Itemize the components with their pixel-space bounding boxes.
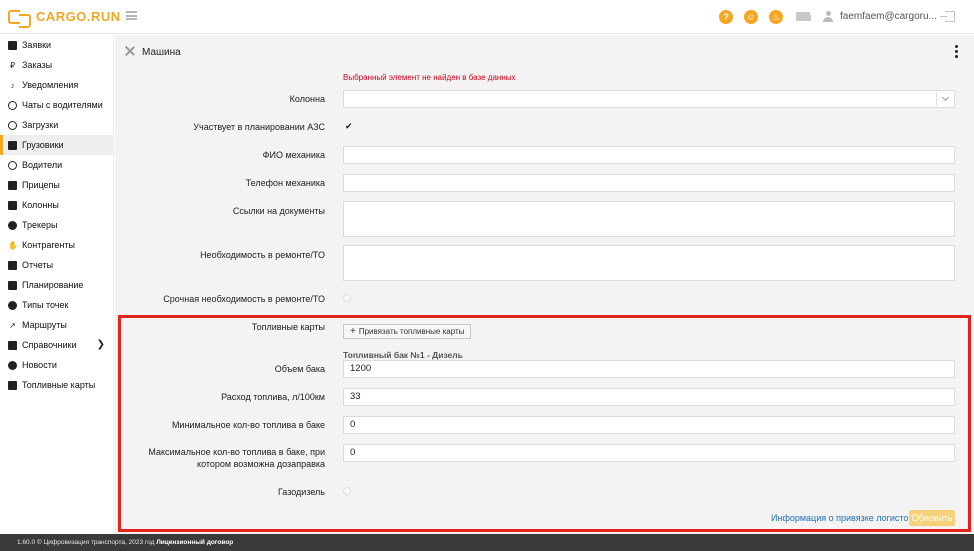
sidebar-item-routes[interactable]: ↗ Маршруты <box>0 315 113 335</box>
sidebar-item-news[interactable]: Новости <box>0 355 113 375</box>
more-vertical-icon[interactable] <box>955 45 958 58</box>
sidebar-item-point-types[interactable]: Типы точек <box>0 295 113 315</box>
calendar-icon <box>8 280 17 290</box>
footer: 1.60.0 © Цифровизация транспорта, 2023 г… <box>0 534 974 551</box>
sidebar-item-label: Уведомления <box>22 80 79 90</box>
sidebar: Заявки ₽ Заказы ♪ Уведомления Чаты с водит… <box>0 34 114 534</box>
logo-text: CARGO.RUN <box>36 9 121 24</box>
sidebar-item-label: Загрузки <box>22 120 59 130</box>
book-icon <box>8 340 17 350</box>
azs-planning-checkbox[interactable]: ✔ <box>345 121 353 132</box>
sidebar-item-label: Топливные карты <box>22 380 96 390</box>
menu-toggle-icon[interactable] <box>126 11 137 20</box>
ruble-icon: ₽ <box>9 60 16 70</box>
footer-text: 1.60.0 © Цифровизация транспорта, 2023 г… <box>17 539 155 546</box>
mechanic-name-label: ФИО механика <box>262 150 325 160</box>
chevron-right-icon: ❯ <box>96 339 105 350</box>
page-title: Машина <box>142 47 181 58</box>
logo[interactable]: CARGO.RUN <box>8 9 121 28</box>
trailer-icon <box>8 180 17 190</box>
sidebar-item-label: Маршруты <box>22 320 67 330</box>
column-label: Колонна <box>289 94 325 104</box>
column-select[interactable] <box>343 90 955 108</box>
sidebar-item-label: Новости <box>22 360 57 370</box>
fire-icon[interactable]: ♨ <box>769 10 783 24</box>
repair-need-textarea[interactable] <box>343 245 955 281</box>
map-marker-icon <box>8 220 17 230</box>
logout-icon[interactable] <box>940 11 955 22</box>
highlight-frame <box>118 315 971 532</box>
requests-icon <box>8 40 17 50</box>
sidebar-item-label: Контрагенты <box>22 240 76 250</box>
loads-icon <box>8 120 17 130</box>
logo-icon <box>8 9 31 28</box>
sidebar-item-columns[interactable]: Колонны <box>0 195 113 215</box>
user-email[interactable]: faemfaem@cargoru... <box>840 11 937 22</box>
sidebar-item-planning[interactable]: Планирование <box>0 275 113 295</box>
sidebar-item-label: Прицепы <box>22 180 60 190</box>
sidebar-item-label: Планирование <box>22 280 84 290</box>
documents-textarea[interactable] <box>343 201 955 237</box>
sidebar-item-trucks[interactable]: Грузовики <box>0 135 113 155</box>
sidebar-item-reports[interactable]: Отчеты <box>0 255 113 275</box>
sidebar-item-label: Трекеры <box>22 220 58 230</box>
chat-bubble-icon <box>8 100 17 110</box>
mechanic-phone-input[interactable] <box>343 174 955 192</box>
sidebar-item-trailers[interactable]: Прицепы <box>0 175 113 195</box>
logist-binding-info-link[interactable]: Информация о привязке логистов <box>771 513 913 523</box>
truck-icon[interactable] <box>796 12 811 21</box>
close-icon[interactable] <box>125 46 135 56</box>
documents-label: Ссылки на документы <box>232 206 325 216</box>
sidebar-item-label: Типы точек <box>22 300 69 310</box>
sidebar-item-label: Чаты с водителями <box>22 100 103 110</box>
sidebar-item-label: Отчеты <box>22 260 54 270</box>
truck-icon <box>8 140 17 150</box>
sidebar-item-contractors[interactable]: ✋ Контрагенты <box>0 235 113 255</box>
sidebar-item-fuel-cards[interactable]: Топливные карты <box>0 375 113 395</box>
mechanic-phone-label: Телефон механика <box>245 178 325 188</box>
chat-icon[interactable]: ☺ <box>744 10 758 24</box>
panel-header: Машина <box>115 35 974 69</box>
sidebar-item-label: Справочники <box>22 340 77 350</box>
top-bar: CARGO.RUN ? ☺ ♨ faemfaem@cargoru... <box>0 0 974 34</box>
warehouse-icon <box>8 200 17 210</box>
sidebar-item-trackers[interactable]: Трекеры <box>0 215 113 235</box>
error-message: Выбранный элемент не найден в базе данны… <box>343 73 516 82</box>
route-icon: ↗ <box>9 320 16 330</box>
azs-planning-label: Участвует в планировании АЗС <box>193 122 325 132</box>
chevron-down-icon[interactable] <box>936 93 954 105</box>
update-button[interactable]: Обновить <box>909 510 955 526</box>
main-panel: Машина Выбранный элемент не найден в баз… <box>115 35 974 534</box>
urgent-repair-checkbox[interactable] <box>343 294 351 302</box>
handshake-icon: ✋ <box>8 240 18 250</box>
bell-icon: ♪ <box>10 80 15 90</box>
urgent-repair-label: Срочная необходимость в ремонте/ТО <box>163 294 325 304</box>
sidebar-item-directories[interactable]: Справочники ❯ <box>0 335 113 355</box>
steering-wheel-icon <box>8 160 17 170</box>
sidebar-item-notifications[interactable]: ♪ Уведомления <box>0 75 113 95</box>
help-icon[interactable]: ? <box>719 10 733 24</box>
sidebar-item-label: Заказы <box>22 60 53 70</box>
fuel-pump-icon <box>8 380 17 390</box>
pin-icon <box>8 300 17 310</box>
user-icon[interactable] <box>823 11 833 22</box>
sidebar-item-loads[interactable]: Загрузки <box>0 115 113 135</box>
sidebar-item-label: Грузовики <box>22 140 64 150</box>
repair-need-label: Необходимость в ремонте/ТО <box>200 250 325 260</box>
sidebar-item-requests[interactable]: Заявки <box>0 35 113 55</box>
sidebar-item-label: Колонны <box>22 200 59 210</box>
info-icon <box>8 360 17 370</box>
sidebar-item-orders[interactable]: ₽ Заказы <box>0 55 113 75</box>
license-link[interactable]: Лицензионный договор <box>156 539 233 546</box>
sidebar-item-drivers[interactable]: Водители <box>0 155 113 175</box>
sidebar-item-driver-chats[interactable]: Чаты с водителями <box>0 95 113 115</box>
sidebar-item-label: Водители <box>22 160 63 170</box>
mechanic-name-input[interactable] <box>343 146 955 164</box>
report-icon <box>8 260 17 270</box>
sidebar-item-label: Заявки <box>22 40 52 50</box>
